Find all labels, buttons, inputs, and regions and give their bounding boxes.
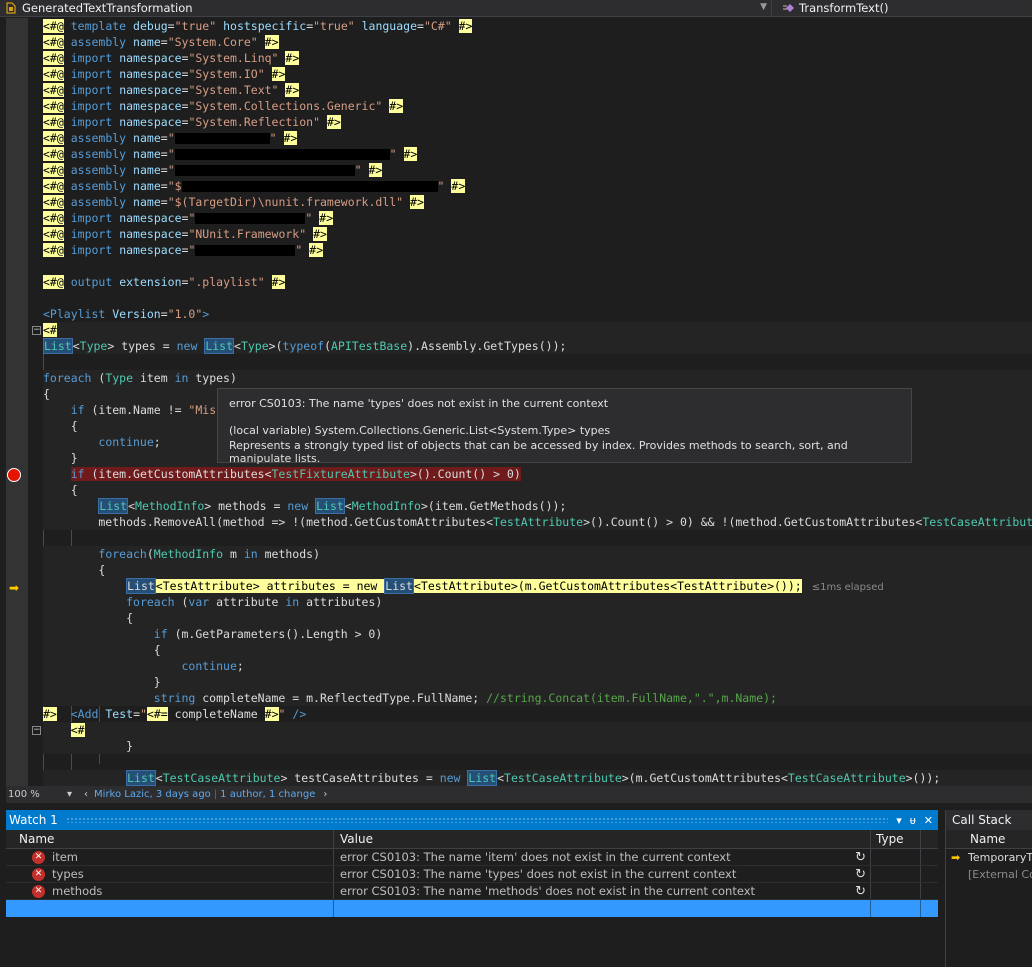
code-line: <#@ output extension=".playlist" #> [43, 275, 286, 289]
code-line: <#@ assembly name="$(TargetDir)\nunit.fr… [43, 195, 424, 209]
current-statement-line: List<TestAttribute> attributes = new Lis… [43, 578, 1032, 594]
breakpoint-icon[interactable] [7, 468, 21, 482]
call-stack-panel: Call Stack Name ➡ TemporaryT [External Co [945, 810, 1032, 967]
member-dropdown-label: TransformText() [799, 1, 889, 15]
column-name[interactable]: Name [6, 830, 334, 848]
refresh-icon[interactable]: ↻ [855, 866, 866, 882]
error-icon: ✕ [32, 885, 45, 898]
watch-row[interactable]: ✕ methods error CS0103: The name 'methods… [6, 883, 938, 900]
code-line: <#@ import namespace="NUnit.Framework" #… [43, 227, 327, 241]
chevron-right-icon[interactable]: › [323, 789, 327, 800]
watch-row[interactable]: ✕ types error CS0103: The name 'types' do… [6, 866, 938, 883]
code-line: <#@ import namespace="System.Linq" #> [43, 51, 300, 65]
code-line: methods.RemoveAll(method => !(method.Get… [43, 514, 1032, 530]
code-line: <#@ import namespace=" " #> [43, 211, 334, 225]
indicator-margin[interactable] [6, 18, 28, 786]
code-line: foreach(MethodInfo m in methods) [43, 546, 1032, 562]
redaction [195, 245, 296, 256]
watch-header: Name Value Type [6, 830, 938, 849]
call-stack-frame[interactable]: ➡ TemporaryT [946, 849, 1032, 866]
code-line: <#@ import namespace=" " #> [43, 243, 324, 257]
call-stack-frame[interactable]: [External Co [946, 866, 1032, 883]
chevron-down-icon[interactable]: ▾ [67, 789, 72, 800]
type-dropdown[interactable]: GeneratedTextTransformation ▼ [0, 0, 772, 17]
code-line: { [43, 562, 1032, 578]
code-line: <# [43, 322, 1032, 338]
watch-panel: Watch 1 ▾ ᵾ ✕ Name Value Type ✕ item erro… [6, 810, 938, 967]
current-frame-arrow-icon: ➡ [951, 851, 961, 864]
tooltip-description: Represents a strongly typed list of obje… [229, 439, 848, 465]
code-line: } [43, 738, 1032, 754]
breakpoint-line: if (item.GetCustomAttributes<TestFixture… [43, 466, 1032, 482]
refresh-icon[interactable]: ↻ [855, 849, 866, 865]
code-line: <#@ assembly name="$ " #> [43, 179, 466, 193]
method-icon [783, 4, 794, 12]
code-line: { [43, 610, 1032, 626]
code-line: string completeName = m.ReflectedType.Fu… [43, 690, 1032, 706]
close-icon[interactable]: ✕ [924, 814, 933, 827]
perf-tip[interactable]: ≤1ms elapsed [812, 582, 884, 593]
git-changes-link[interactable]: 1 author, 1 change [220, 789, 315, 800]
navigation-bar: GeneratedTextTransformation ▼ TransformT… [0, 0, 1032, 17]
code-line: { [43, 482, 1032, 498]
code-line: <#@ import namespace="System.Reflection"… [43, 115, 341, 129]
code-line: if (m.GetParameters().Length > 0) [43, 626, 1032, 642]
code-line: <#@ assembly name=" " #> [43, 163, 383, 177]
watch-new-row[interactable] [6, 900, 938, 917]
watch-grid: Name Value Type ✕ item error CS0103: The … [6, 830, 938, 967]
code-line: List<TestCaseAttribute> testCaseAttribut… [43, 770, 1032, 786]
redaction [195, 213, 306, 224]
ide-window: GeneratedTextTransformation ▼ TransformT… [0, 0, 1032, 967]
code-line: <#@ assembly name="System.Core" #> [43, 35, 279, 49]
watch-title: Watch 1 [9, 813, 58, 827]
zoom-level[interactable]: 100 % [6, 789, 61, 800]
redaction [174, 149, 390, 160]
error-icon: ✕ [32, 868, 45, 881]
git-author-link[interactable]: Mirko Lazic, 3 days ago [94, 789, 211, 800]
current-statement-arrow-icon: ➡ [9, 581, 20, 595]
code-line: continue; [43, 658, 1032, 674]
code-line: <Playlist Version="1.0"> [43, 307, 210, 321]
call-stack-title[interactable]: Call Stack [946, 810, 1032, 830]
member-dropdown[interactable]: TransformText() [772, 0, 1032, 17]
collapse-icon[interactable]: − [32, 726, 41, 735]
code-line: <#@ template debug="true" hostspecific="… [43, 19, 473, 33]
redaction [174, 165, 355, 176]
type-dropdown-label: GeneratedTextTransformation [22, 1, 193, 15]
chevron-left-icon[interactable]: ‹ [84, 789, 88, 800]
watch-row[interactable]: ✕ item error CS0103: The name 'item' does… [6, 849, 938, 866]
call-stack-column-name[interactable]: Name [946, 830, 1032, 849]
class-icon [6, 2, 16, 14]
code-line: <#@ assembly name=" " #> [43, 131, 298, 145]
code-line: { [43, 642, 1032, 658]
redaction [174, 133, 270, 144]
column-value[interactable]: Value [334, 830, 871, 848]
redaction [181, 181, 438, 192]
collapse-icon[interactable]: − [32, 326, 41, 335]
tooltip-type: (local variable) System.Collections.Gene… [229, 424, 611, 437]
folding-margin [28, 18, 42, 786]
error-icon: ✕ [32, 851, 45, 864]
code-line: foreach (var attribute in attributes) [43, 594, 1032, 610]
code-line: } [43, 674, 1032, 690]
code-editor[interactable]: ➡ − − <#@ template debug="true" hostspec… [6, 18, 1032, 786]
code-line: #> <Add Test="<#= completeName #>" /> [43, 707, 307, 721]
pin-icon[interactable]: ᵾ [910, 814, 916, 827]
code-line: <#@ assembly name=" " #> [43, 147, 418, 161]
code-line: <#@ import namespace="System.IO" #> [43, 67, 286, 81]
code-line: List<Type> types = new List<Type>(typeof… [43, 338, 1032, 354]
code-line: <# [43, 722, 1032, 738]
refresh-icon[interactable]: ↻ [855, 883, 866, 899]
window-menu-icon[interactable]: ▾ [896, 814, 902, 827]
column-type[interactable]: Type [871, 830, 921, 848]
chevron-down-icon[interactable]: ▼ [760, 2, 767, 12]
code-line: List<MethodInfo> methods = new List<Meth… [43, 498, 1032, 514]
tooltip-error: error CS0103: The name 'types' does not … [229, 397, 609, 410]
editor-status-strip: 100 % ▾ ‹ Mirko Lazic, 3 days ago | 1 au… [6, 786, 1032, 803]
code-line: <#@ import namespace="System.Text" #> [43, 83, 300, 97]
code-line: foreach (Type item in types) [43, 370, 1032, 386]
watch-title-bar[interactable]: Watch 1 ▾ ᵾ ✕ [6, 810, 938, 830]
quick-info-tooltip: error CS0103: The name 'types' does not … [217, 388, 912, 465]
code-line: <#@ import namespace="System.Collections… [43, 99, 404, 113]
